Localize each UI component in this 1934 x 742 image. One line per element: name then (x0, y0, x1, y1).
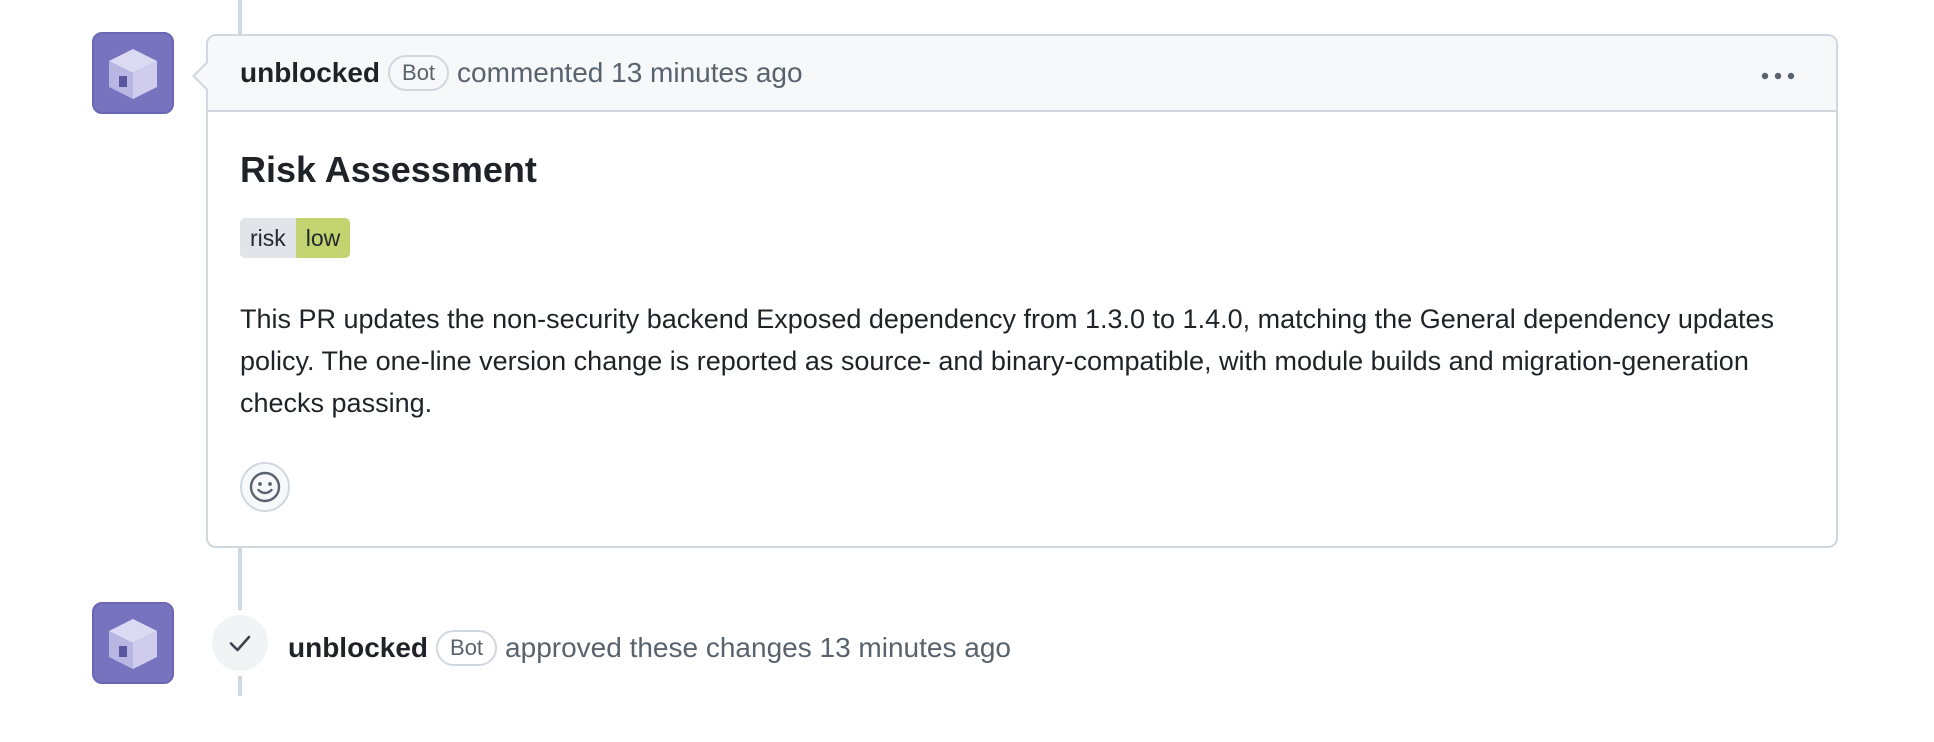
timeline-line-top (238, 0, 242, 34)
risk-badge: risk low (240, 218, 351, 258)
approval-event: unblocked Bot approved these changes 13 … (288, 630, 1011, 666)
comment-timestamp[interactable]: commented 13 minutes ago (457, 57, 803, 89)
check-icon (229, 635, 251, 652)
bot-badge: Bot (388, 55, 450, 91)
add-reaction-button[interactable] (240, 462, 290, 512)
approval-author-link[interactable]: unblocked (288, 632, 428, 664)
kebab-horizontal-icon (1761, 72, 1795, 80)
comment-header: unblocked Bot commented 13 minutes ago (192, 36, 1836, 112)
risk-badge-key: risk (240, 218, 296, 258)
approval-bot-badge: Bot (436, 630, 498, 666)
approved-status-badge (212, 615, 268, 671)
timeline-line-bottom (238, 676, 242, 696)
comment-text: This PR updates the non-security backend… (240, 304, 1774, 418)
comment-heading: Risk Assessment (240, 149, 537, 190)
approval-avatar[interactable] (92, 602, 174, 684)
comment-card: unblocked Bot commented 13 minutes ago R… (192, 34, 1838, 548)
more-options-button[interactable] (1760, 58, 1796, 86)
timeline-line-middle (238, 548, 242, 610)
cube-logo-icon (109, 49, 157, 99)
risk-badge-value: low (295, 218, 351, 258)
smiley-icon (249, 471, 281, 503)
comment-caret-fill (195, 62, 209, 90)
avatar[interactable] (92, 32, 174, 114)
approval-text[interactable]: approved these changes 13 minutes ago (505, 632, 1011, 664)
cube-logo-icon (109, 619, 157, 669)
comment-body: Risk Assessment risk low This PR updates… (208, 148, 1836, 512)
comment-author-link[interactable]: unblocked (240, 57, 380, 89)
